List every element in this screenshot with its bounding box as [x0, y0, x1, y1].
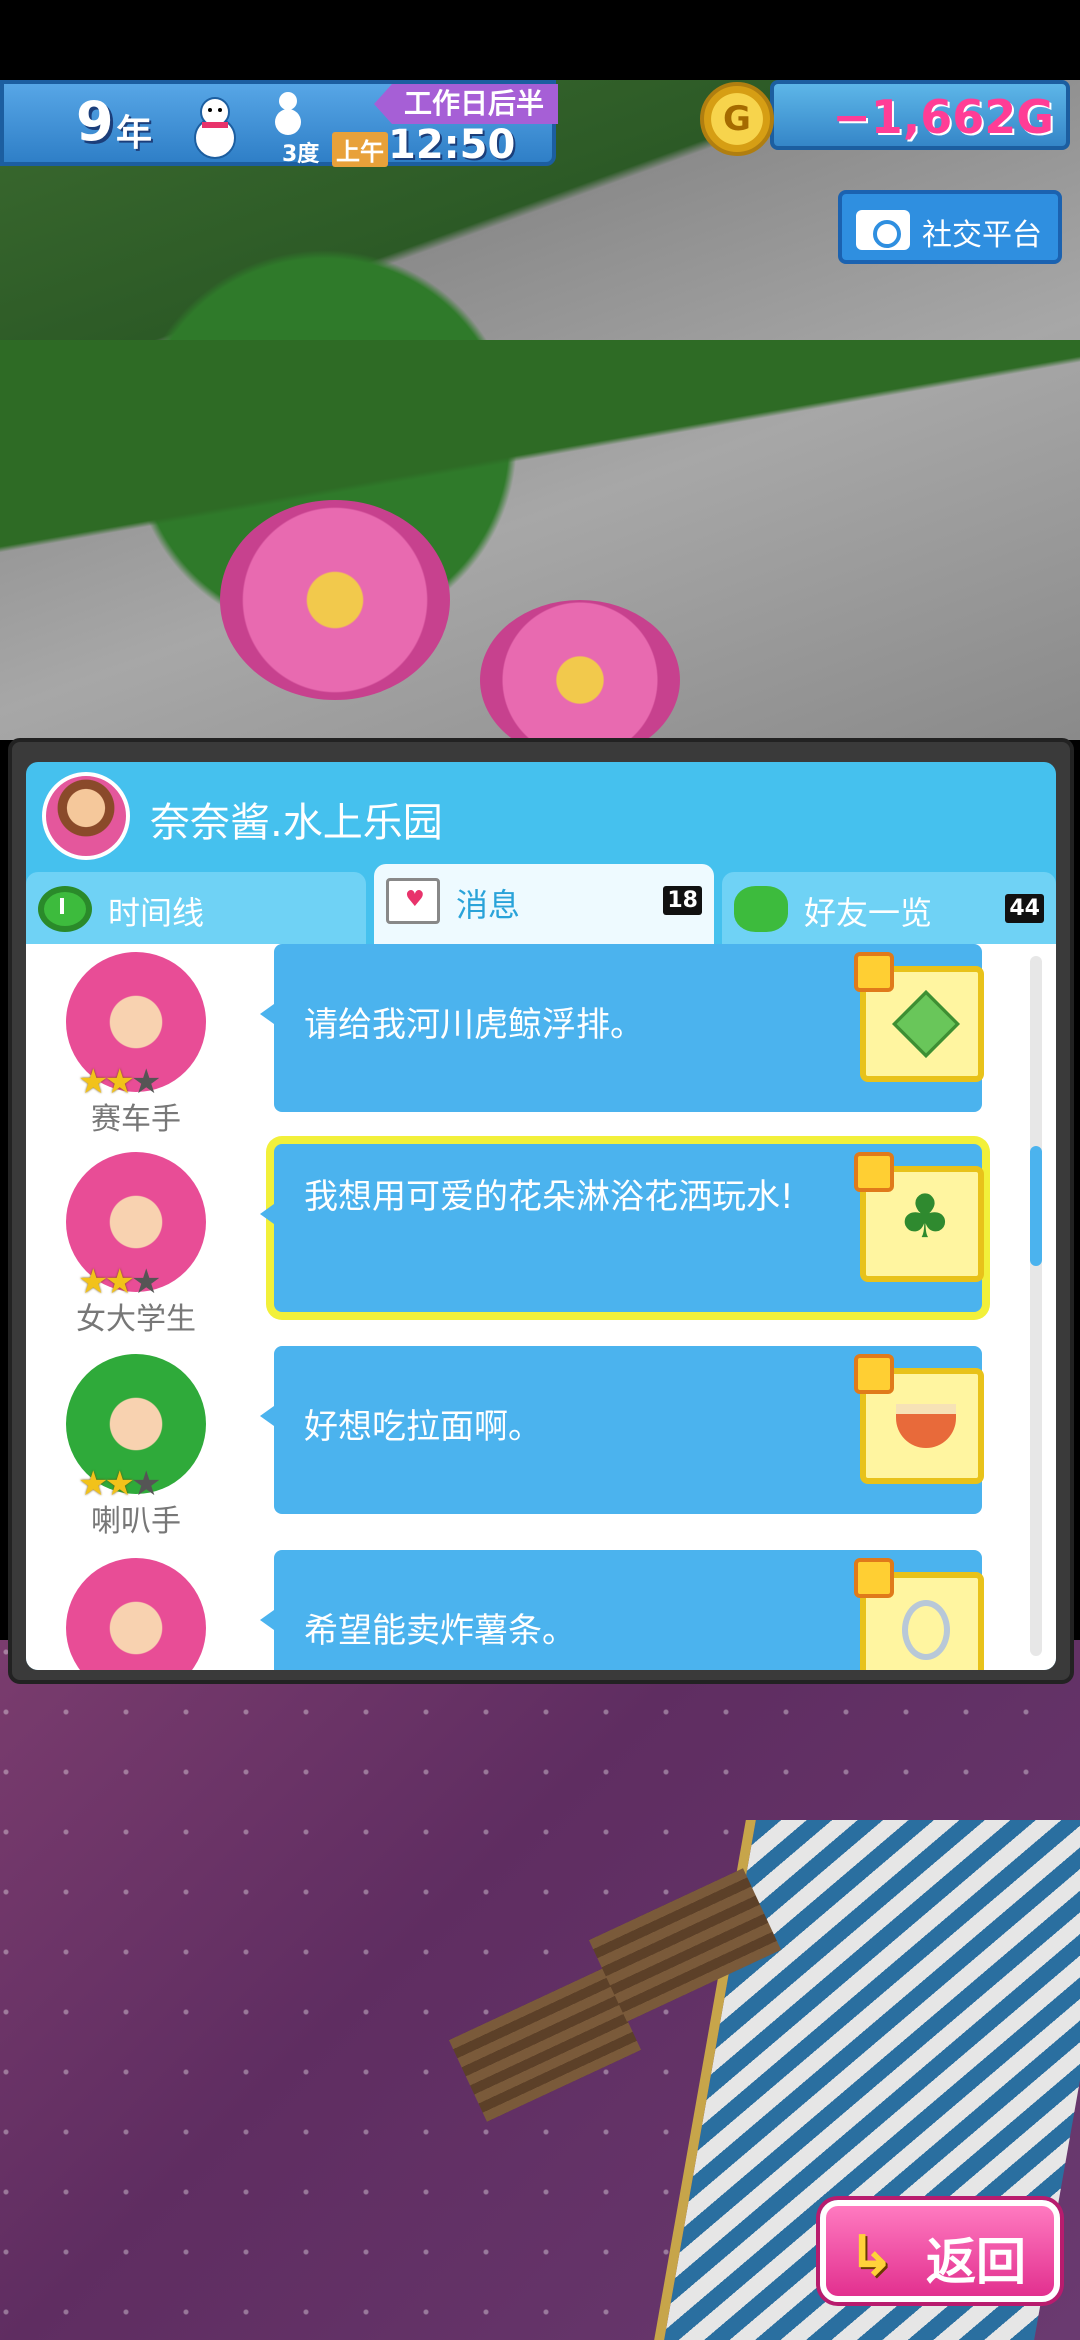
scroll-thumb[interactable] — [1030, 1146, 1042, 1266]
panel-header: 奈奈酱.水上乐园 — [26, 762, 1056, 866]
character-role: 女大学生 — [76, 1302, 196, 1337]
character-role: 赛车手 — [91, 1102, 181, 1137]
clock-icon — [38, 886, 92, 932]
message-bubble[interactable]: 好想吃拉面啊。 — [260, 1346, 984, 1514]
social-platform-label: 社交平台 — [922, 218, 1042, 253]
game-clock: 12:50 — [388, 122, 516, 168]
year-number: 9 — [76, 90, 114, 153]
scrollbar[interactable] — [1030, 956, 1042, 1656]
temperature: 3度 — [282, 142, 320, 167]
gift-icon — [854, 1152, 894, 1192]
tab-bar: 时间线 消息 18 好友一览 44 — [26, 864, 1056, 944]
friends-icon — [734, 886, 788, 932]
date-time-panel: 9 年 3度 工作日后半 上午 12:50 — [0, 80, 558, 168]
social-platform-button[interactable]: 社交平台 — [838, 190, 1062, 264]
message-bubble[interactable]: 我想用可爱的花朵淋浴花洒玩水! ♣ — [260, 1144, 984, 1312]
flower-decoration — [480, 600, 680, 760]
message-row-highlighted[interactable]: ★★★ 女大学生 我想用可爱的花朵淋浴花洒玩水! ♣ — [26, 1144, 1026, 1337]
gift-icon — [854, 1354, 894, 1394]
year-label: 年 — [116, 113, 153, 154]
money-value: −1,662G — [832, 90, 1054, 144]
tab-timeline[interactable]: 时间线 — [26, 872, 366, 944]
friend-count-badge: 44 — [1005, 894, 1044, 923]
flower-decoration — [220, 500, 450, 700]
money-panel: −1,662G — [770, 80, 1070, 150]
ampm-label: 上午 — [332, 132, 388, 167]
message-row[interactable]: ★★★ 喇叭手 好想吃拉面啊。 — [26, 1346, 1026, 1539]
message-text: 希望能卖炸薯条。 — [304, 1611, 576, 1651]
sns-panel: 奈奈酱.水上乐园 时间线 消息 18 好友一览 44 ★★★ — [8, 738, 1074, 1684]
tab-label: 消息 — [456, 886, 521, 924]
coin-icon: G — [700, 82, 774, 156]
cube-icon — [892, 990, 960, 1058]
message-text: 好想吃拉面啊。 — [304, 1407, 542, 1447]
message-row[interactable]: 希望能卖炸薯条。 — [26, 1550, 1026, 1670]
camera-icon — [856, 210, 910, 250]
sns-panel-inner: 奈奈酱.水上乐园 时间线 消息 18 好友一览 44 ★★★ — [26, 762, 1056, 1670]
gift-item-box[interactable] — [854, 1354, 984, 1484]
gift-icon — [854, 1558, 894, 1598]
message-list[interactable]: ★★★ 赛车手 请给我河川虎鲸浮排。 ★★★ 女大学生 我想用可爱的花朵淋浴花洒… — [26, 944, 1056, 1670]
message-row[interactable]: ★★★ 赛车手 请给我河川虎鲸浮排。 — [26, 944, 1026, 1137]
mail-icon — [386, 878, 440, 924]
gift-item-box[interactable] — [854, 952, 984, 1082]
tab-messages[interactable]: 消息 18 — [374, 864, 714, 944]
back-button[interactable]: ↳ 返回 — [820, 2200, 1060, 2302]
tab-label: 时间线 — [108, 894, 205, 932]
character-avatar — [66, 1558, 206, 1670]
gift-item-box[interactable] — [854, 1558, 984, 1670]
period-badge: 工作日后半 — [374, 84, 558, 124]
tab-label: 好友一览 — [804, 894, 933, 932]
palm-icon: ♣ — [898, 1182, 952, 1252]
cup-icon — [902, 1600, 950, 1660]
gift-item-box[interactable]: ♣ — [854, 1152, 984, 1282]
message-text: 请给我河川虎鲸浮排。 — [304, 1005, 644, 1045]
message-bubble[interactable]: 请给我河川虎鲸浮排。 — [260, 944, 984, 1112]
gift-icon — [854, 952, 894, 992]
character-role: 喇叭手 — [91, 1504, 181, 1539]
message-bubble[interactable]: 希望能卖炸薯条。 — [260, 1550, 984, 1670]
weather-snowman-icon — [268, 88, 308, 138]
player-avatar — [42, 772, 130, 860]
message-text: 我想用可爱的花朵淋浴花洒玩水! — [304, 1177, 794, 1217]
park-name: 奈奈酱.水上乐园 — [150, 800, 443, 846]
return-arrow-icon: ↳ — [848, 2224, 895, 2289]
snowman-icon — [180, 92, 250, 162]
message-count-badge: 18 — [663, 886, 702, 915]
ramen-icon — [896, 1404, 956, 1448]
back-label: 返回 — [926, 2233, 1026, 2291]
status-bar — [0, 0, 1080, 80]
tab-friends[interactable]: 好友一览 44 — [722, 872, 1056, 944]
